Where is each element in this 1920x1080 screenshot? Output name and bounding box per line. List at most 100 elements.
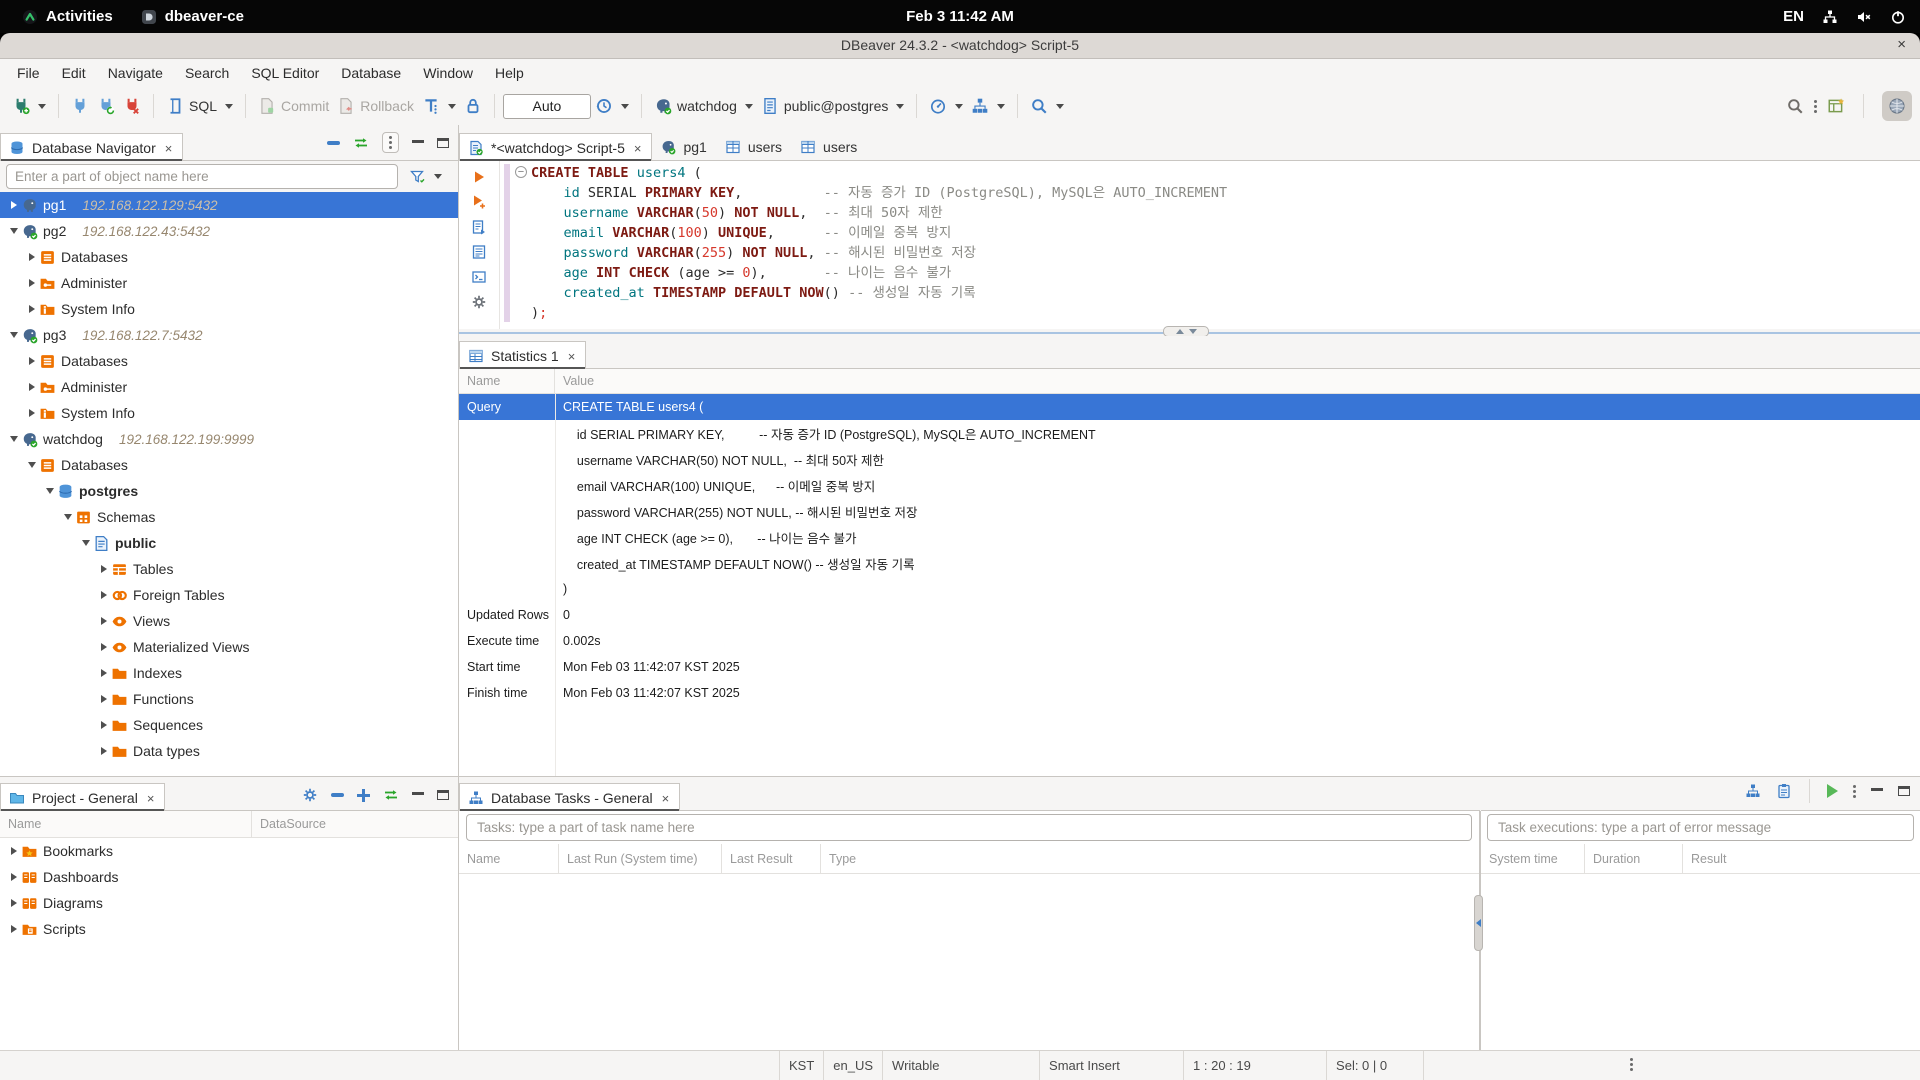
tree-item-pg1[interactable]: pg1192.168.122.129:5432 [0,192,459,218]
collapse-arrow-icon[interactable] [24,462,39,468]
tree-item-views[interactable]: Views [0,608,459,634]
expand-arrow-icon[interactable] [96,747,111,755]
tree-item-scripts[interactable]: Scripts [0,916,459,942]
expand-arrow-icon[interactable] [24,383,39,391]
column-name[interactable]: Name [0,811,252,837]
view-menu-icon[interactable] [1853,785,1856,798]
commit-button[interactable]: Commit [254,94,333,118]
link-with-editor-icon[interactable] [353,135,369,151]
tree-item-databases[interactable]: Databases [0,244,459,270]
user-profile-button[interactable] [1882,91,1912,121]
stats-row-finish-time[interactable]: Finish timeMon Feb 03 11:42:07 KST 2025 [459,680,1920,706]
history-dropdown[interactable] [621,104,629,109]
sql-editor-button[interactable]: SQL [162,94,237,118]
tasks-filter-input[interactable] [466,814,1472,841]
expand-arrow-icon[interactable] [96,591,111,599]
menu-window[interactable]: Window [412,61,484,85]
tree-item-bookmarks[interactable]: Bookmarks [0,838,459,864]
tree-item-dashboards[interactable]: Dashboards [0,864,459,890]
expand-arrow-icon[interactable] [24,357,39,365]
connect-button[interactable] [67,94,93,118]
search-button[interactable] [1026,94,1068,118]
column-last-run[interactable]: Last Run (System time) [559,844,722,873]
transaction-dropdown[interactable] [448,104,456,109]
tree-item-administer[interactable]: Administer [0,374,459,400]
tasks-table-body[interactable] [459,874,1480,1050]
tree-item-indexes[interactable]: Indexes [0,660,459,686]
collapse-arrow-icon[interactable] [60,514,75,520]
settings-gear-icon[interactable] [471,294,487,310]
column-result[interactable]: Result [1683,844,1920,873]
tree-item-data-types[interactable]: Data types [0,738,459,764]
stats-row[interactable]: email VARCHAR(100) UNIQUE, -- 이메일 중복 방지 [459,472,1920,498]
expand-arrow-icon[interactable] [24,305,39,313]
column-duration[interactable]: Duration [1585,844,1683,873]
expand-arrow-icon[interactable] [24,253,39,261]
menu-help[interactable]: Help [484,61,535,85]
execute-script-icon[interactable] [471,219,487,235]
new-task-icon[interactable] [1745,783,1761,799]
tree-item-diagrams[interactable]: Diagrams [0,890,459,916]
minimize-icon[interactable] [412,792,424,802]
splitter-collapse-handle[interactable] [1474,895,1483,951]
tree-item-system-info[interactable]: System Info [0,296,459,322]
autocommit-lock-button[interactable] [460,94,486,118]
new-connection-dropdown[interactable] [38,104,46,109]
column-name[interactable]: Name [459,844,559,873]
task-list-icon[interactable] [1776,783,1792,799]
executions-table-body[interactable] [1481,874,1920,1050]
rollback-button[interactable]: Rollback [333,94,418,118]
filter-icon[interactable] [410,169,426,185]
expand-arrow-icon[interactable] [96,643,111,651]
close-icon[interactable]: × [634,141,642,156]
connection-dropdown[interactable] [745,104,753,109]
tab-users[interactable]: users [792,133,867,160]
tree-item-postgres[interactable]: postgres [0,478,459,504]
stats-row-start-time[interactable]: Start timeMon Feb 03 11:42:07 KST 2025 [459,654,1920,680]
tree-item-tables[interactable]: Tables [0,556,459,582]
export-result-icon[interactable] [471,269,487,285]
disconnect-button[interactable] [119,94,145,118]
active-database-selector[interactable]: public@postgres [757,94,909,118]
sql-editor[interactable]: − CREATE TABLE users4 ( id SERIAL PRIMAR… [459,161,1920,329]
tree-item-sequences[interactable]: Sequences [0,712,459,738]
status-timezone[interactable]: KST [779,1051,823,1080]
perspective-icon[interactable] [1827,97,1845,115]
power-icon[interactable] [1890,9,1906,25]
close-icon[interactable]: × [165,141,173,156]
expand-arrow-icon[interactable] [24,279,39,287]
run-task-icon[interactable] [1827,784,1838,798]
tasks-dropdown[interactable] [997,104,1005,109]
sql-editor-dropdown[interactable] [225,104,233,109]
stats-row[interactable]: age INT CHECK (age >= 0), -- 나이는 음수 불가 [459,524,1920,550]
stats-row-execute-time[interactable]: Execute time0.002s [459,628,1920,654]
expand-arrow-icon[interactable] [96,617,111,625]
status-selection[interactable]: Sel: 0 | 0 [1326,1051,1424,1080]
stats-row[interactable]: password VARCHAR(255) NOT NULL, -- 해시된 비… [459,498,1920,524]
dashboard-button[interactable] [925,94,967,118]
code-fold-icon[interactable]: − [515,166,527,178]
dashboard-dropdown[interactable] [955,104,963,109]
status-overflow-icon[interactable] [1630,1058,1633,1071]
menu-navigate[interactable]: Navigate [97,61,174,85]
toolbar-overflow-icon[interactable] [1814,100,1817,113]
menu-database[interactable]: Database [330,61,412,85]
stats-row[interactable]: ) [459,576,1920,602]
expand-arrow-icon[interactable] [6,873,21,881]
close-icon[interactable]: × [568,349,576,364]
explain-plan-icon[interactable] [471,244,487,260]
expand-arrow-icon[interactable] [96,669,111,677]
status-writable[interactable]: Writable [882,1051,1039,1080]
tree-item-pg3[interactable]: pg3192.168.122.7:5432 [0,322,459,348]
object-filter-input[interactable] [6,164,398,189]
collapse-arrow-icon[interactable] [42,488,57,494]
volume-muted-icon[interactable] [1856,9,1872,25]
network-icon[interactable] [1822,9,1838,25]
tree-item-schemas[interactable]: Schemas [0,504,459,530]
status-caret-position[interactable]: 1 : 20 : 19 [1183,1051,1326,1080]
collapse-arrow-icon[interactable] [78,540,93,546]
expand-arrow-icon[interactable] [24,409,39,417]
transaction-history-button[interactable] [591,94,633,118]
stats-row-query[interactable]: QueryCREATE TABLE users4 ( [459,394,1920,420]
execute-new-tab-icon[interactable] [471,194,487,210]
